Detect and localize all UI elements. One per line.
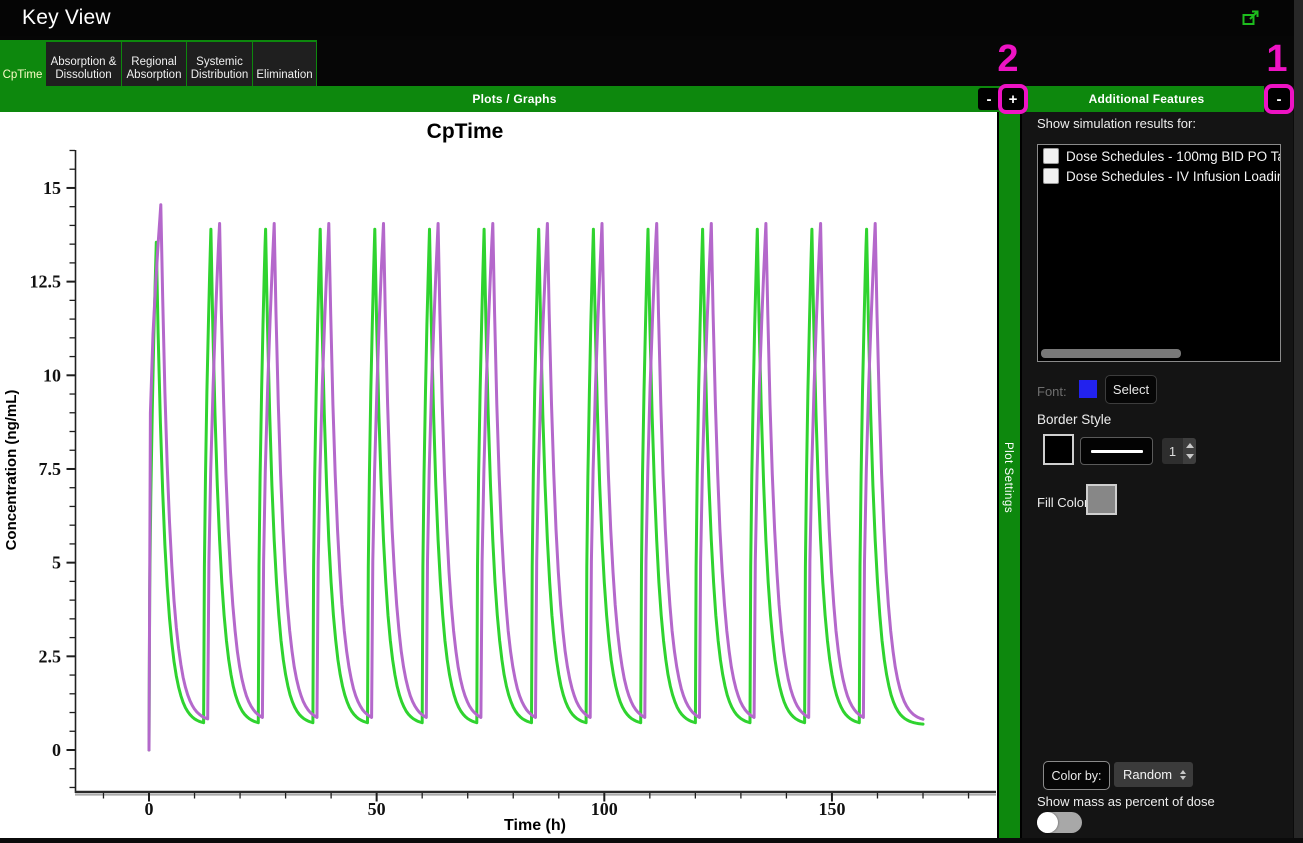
border-line-style-select[interactable] bbox=[1080, 437, 1153, 465]
plots-graphs-header: Plots / Graphs bbox=[0, 86, 1029, 112]
tab-regional-absorption[interactable]: Regional Absorption bbox=[122, 40, 187, 86]
tab-label: Systemic Distribution bbox=[190, 56, 249, 81]
font-label: Font: bbox=[1037, 384, 1067, 399]
checkbox[interactable] bbox=[1043, 148, 1059, 164]
tab-systemic-distribution[interactable]: Systemic Distribution bbox=[187, 40, 253, 86]
svg-text:12.5: 12.5 bbox=[30, 272, 62, 292]
border-width-spin-buttons[interactable] bbox=[1183, 438, 1196, 464]
svg-text:10: 10 bbox=[43, 365, 61, 385]
line-style-sample bbox=[1090, 449, 1143, 453]
border-width-value: 1 bbox=[1168, 443, 1177, 459]
window-titlebar: Key View bbox=[0, 0, 1303, 36]
svg-text:50: 50 bbox=[368, 799, 386, 819]
svg-text:0: 0 bbox=[145, 799, 154, 819]
svg-text:5: 5 bbox=[52, 553, 61, 573]
tab-label: Regional Absorption bbox=[126, 56, 182, 81]
svg-text:15: 15 bbox=[43, 178, 61, 198]
spin-up-icon[interactable] bbox=[1185, 443, 1194, 449]
plot-settings-tab[interactable]: Plot Settings bbox=[997, 112, 1022, 838]
annotation-number-1: 1 bbox=[1266, 38, 1288, 80]
additional-features-panel: Show simulation results for: Dose Schedu… bbox=[1022, 112, 1293, 838]
plot-settings-label: Plot Settings bbox=[1002, 442, 1014, 514]
dropdown-arrows-icon bbox=[1180, 769, 1186, 780]
font-color-swatch[interactable] bbox=[1079, 380, 1097, 398]
tab-cptime[interactable]: CpTime bbox=[0, 40, 46, 86]
border-style-label: Border Style bbox=[1037, 412, 1112, 427]
tab-elimination[interactable]: Elimination bbox=[253, 40, 317, 86]
color-by-value: Random bbox=[1123, 767, 1173, 782]
svg-text:Time (h): Time (h) bbox=[504, 817, 566, 834]
fill-color-swatch[interactable] bbox=[1086, 484, 1117, 515]
show-mass-label: Show mass as percent of dose bbox=[1037, 794, 1215, 809]
svg-text:2.5: 2.5 bbox=[39, 646, 62, 666]
annotation-number-2: 2 bbox=[997, 38, 1019, 80]
list-item-label: Dose Schedules - 100mg BID PO Tablet - bbox=[1066, 148, 1280, 164]
spin-down-icon[interactable] bbox=[1185, 453, 1194, 459]
list-item[interactable]: Dose Schedules - 100mg BID PO Tablet - bbox=[1038, 145, 1280, 165]
additional-features-title: Additional Features bbox=[1088, 92, 1205, 106]
simulation-results-list[interactable]: Dose Schedules - 100mg BID PO Tablet - Do… bbox=[1037, 144, 1281, 362]
show-results-label: Show simulation results for: bbox=[1037, 116, 1196, 131]
tab-label: Elimination bbox=[256, 69, 313, 81]
window-edge-strip bbox=[1294, 0, 1303, 838]
svg-text:CpTime: CpTime bbox=[427, 120, 504, 143]
svg-text:150: 150 bbox=[818, 799, 845, 819]
cptime-plot-svg: 0 50 100 150 0 2.5 5 7.5 10 12.5 15 CpTime Time (h) C… bbox=[3, 120, 996, 834]
border-color-swatch[interactable] bbox=[1043, 434, 1074, 465]
additional-features-header: Additional Features bbox=[1029, 86, 1264, 112]
svg-text:100: 100 bbox=[591, 799, 618, 819]
svg-text:Concentration (ng/mL): Concentration (ng/mL) bbox=[3, 390, 20, 551]
font-select-button[interactable]: Select bbox=[1105, 375, 1157, 404]
toggle-knob bbox=[1037, 812, 1058, 833]
tab-label: Absorption & Dissolution bbox=[50, 56, 117, 81]
list-item[interactable]: Dose Schedules - IV Infusion Loading plu bbox=[1038, 165, 1280, 185]
tab-absorption-dissolution[interactable]: Absorption & Dissolution bbox=[46, 40, 122, 86]
plots-graphs-title: Plots / Graphs bbox=[472, 92, 557, 106]
plots-collapse-button[interactable]: - bbox=[978, 88, 1000, 110]
view-tabs: CpTime Absorption & Dissolution Regional A… bbox=[0, 36, 1303, 86]
cptime-plot: 0 50 100 150 0 2.5 5 7.5 10 12.5 15 CpTime Time (h) C… bbox=[0, 112, 997, 838]
border-width-stepper[interactable]: 1 bbox=[1162, 438, 1196, 464]
open-in-new-window-icon[interactable] bbox=[1242, 9, 1260, 27]
list-item-label: Dose Schedules - IV Infusion Loading plu bbox=[1066, 168, 1280, 184]
svg-text:7.5: 7.5 bbox=[39, 459, 62, 479]
color-by-button[interactable]: Color by: bbox=[1043, 761, 1110, 790]
annotation-box-2 bbox=[998, 84, 1028, 114]
color-by-dropdown[interactable]: Random bbox=[1114, 762, 1193, 787]
checkbox[interactable] bbox=[1043, 168, 1059, 184]
show-mass-toggle[interactable] bbox=[1037, 812, 1082, 833]
tab-label: CpTime bbox=[2, 69, 43, 81]
svg-text:0: 0 bbox=[52, 740, 61, 760]
list-horizontal-scrollbar[interactable] bbox=[1041, 349, 1181, 358]
annotation-box-1 bbox=[1264, 84, 1294, 114]
window-title: Key View bbox=[22, 6, 111, 29]
fill-color-label: Fill Color bbox=[1037, 495, 1089, 510]
